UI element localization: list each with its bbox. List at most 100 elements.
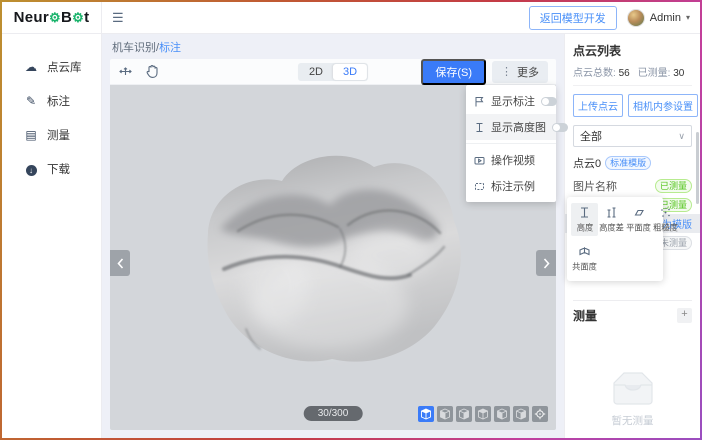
add-measure-button[interactable]: + [677,308,692,323]
download-icon: ↓ [24,162,38,176]
upload-pointcloud-button[interactable]: 上传点云 [573,94,623,117]
user-menu[interactable]: Admin ▾ [627,9,690,27]
more-button[interactable]: ⋮ 更多 [492,61,548,83]
coplanarity-tool-icon [578,245,591,258]
measure-title: 测量 [573,307,597,324]
tool-flatness[interactable]: 平面度 [625,203,652,236]
sidebar-item-label: 点云库 [47,59,82,75]
view-left-button[interactable] [475,406,491,422]
height-tool-icon [578,206,591,219]
collapse-sidebar-icon[interactable]: ☰ [112,10,124,26]
view-front-button[interactable] [437,406,453,422]
sidebar-item-annotation[interactable]: ✎ 标注 [2,84,101,118]
empty-state: 暂无测量 [573,369,692,438]
camera-params-button[interactable]: 相机内参设置 [628,94,698,117]
mode-3d-button[interactable]: 3D [333,64,367,80]
tool-roughness[interactable]: 粗糙度 [652,203,679,236]
target-icon [534,408,546,420]
cloud-icon: ☁ [24,60,38,74]
chevron-right-icon [543,258,550,269]
tool-coplanarity[interactable]: 共面度 [571,242,598,275]
empty-text: 暂无测量 [612,413,654,428]
main-content: 机车识别/标注 2D 3D [102,34,564,438]
menu-item-label: 标注示例 [491,178,548,194]
cube-icon [458,408,470,420]
breadcrumb: 机车识别/标注 [102,34,564,59]
reset-view-button[interactable] [532,406,548,422]
tool-label: 高度 [576,222,593,234]
avatar [627,9,645,27]
panel-title: 点云列表 [573,42,692,59]
screenshot-frame: Neur⚙B⚙t ☰ 返回模型开发 Admin ▾ ☁ 点云库 ✎ 标注 [0,0,702,440]
show-annotations-toggle[interactable] [541,97,557,106]
menu-item-tutorial-video[interactable]: 操作视频 [466,147,556,173]
show-heightmap-toggle[interactable] [552,123,568,132]
canvas-card: 2D 3D 保存(S) ⋮ 更多 [110,59,556,430]
cube-icon [439,408,451,420]
image-name: 图片名称 [573,178,617,194]
hand-pan-icon[interactable] [145,64,159,79]
view-right-button[interactable] [494,406,510,422]
gear-icon: ⚙ [72,10,84,25]
move-icon[interactable] [118,64,133,79]
image-list-item[interactable]: 图片名称 已测量 [573,176,692,195]
tool-label: 粗糙度 [653,222,678,234]
menu-item-show-annotations[interactable]: 显示标注 [466,88,556,114]
roughness-tool-icon [659,206,672,219]
menu-divider [466,143,556,144]
logo-area: Neur⚙B⚙t [2,2,102,33]
tool-height-diff[interactable]: 高度差 [598,203,625,236]
left-sidebar: ☁ 点云库 ✎ 标注 ▤ 测量 ↓ 下载 [2,34,102,438]
filter-select[interactable]: 全部 ∨ [573,125,692,147]
view-back-button[interactable] [456,406,472,422]
menu-item-label: 显示标注 [491,93,535,109]
chevron-down-icon: ▾ [686,13,690,22]
pointcloud-group-row[interactable]: 点云0 标准模版 [573,155,692,171]
menu-item-annotation-example[interactable]: 标注示例 [466,173,556,199]
sidebar-item-pointcloud-library[interactable]: ☁ 点云库 [2,50,101,84]
more-dropdown-menu: 显示标注 显示高度图 操作 [466,85,556,202]
tool-label: 高度差 [599,222,624,234]
pointcloud-panel: 点云列表 点云总数: 56 已测量: 30 上传点云 相机内参设置 全部 ∨ 点… [564,34,700,438]
neurobot-app: Neur⚙B⚙t ☰ 返回模型开发 Admin ▾ ☁ 点云库 ✎ 标注 [2,2,700,438]
chevron-down-icon: ∨ [678,131,685,142]
tool-label: 平面度 [626,222,651,234]
sidebar-item-download[interactable]: ↓ 下载 [2,152,101,186]
total-count: 56 [619,68,630,79]
measured-count: 30 [673,68,684,79]
tool-height[interactable]: 高度 [571,203,598,236]
prev-image-button[interactable] [110,250,130,276]
breadcrumb-current: 标注 [159,42,181,54]
gear-icon: ⚙ [49,10,61,25]
cube-icon [477,408,489,420]
chevron-left-icon [117,258,124,269]
scrollbar[interactable] [696,132,699,204]
sidebar-item-label: 标注 [47,93,70,109]
pointcloud-stats: 点云总数: 56 已测量: 30 [573,64,692,86]
ruler-icon: ▤ [24,128,38,142]
view-top-button[interactable] [513,406,529,422]
back-to-model-dev-button[interactable]: 返回模型开发 [529,6,617,30]
video-icon [474,155,485,166]
measure-tools-popup: 高度 高度差 平面度 粗糙度 共面度 [567,197,663,281]
cube-icon [515,408,527,420]
menu-item-label: 操作视频 [491,152,548,168]
flag-icon [474,96,485,107]
filter-value: 全部 [580,128,602,144]
save-button[interactable]: 保存(S) [421,59,486,85]
flatness-tool-icon [632,206,645,219]
tooth-3d-model[interactable] [180,133,470,373]
menu-item-show-heightmap[interactable]: 显示高度图 [466,114,556,140]
more-dots-icon: ⋮ [501,65,512,78]
sidebar-item-measure[interactable]: ▤ 测量 [2,118,101,152]
pencil-icon: ✎ [24,94,38,108]
view-iso-button[interactable] [418,406,434,422]
frame-icon [474,181,485,192]
next-image-button[interactable] [536,250,556,276]
height-map-icon [474,122,485,133]
breadcrumb-parent[interactable]: 机车识别 [112,42,156,54]
group-name: 点云0 [573,155,601,171]
view-mode-toggle: 2D 3D [298,63,368,81]
mode-2d-button[interactable]: 2D [299,64,333,80]
height-diff-tool-icon [605,206,618,219]
